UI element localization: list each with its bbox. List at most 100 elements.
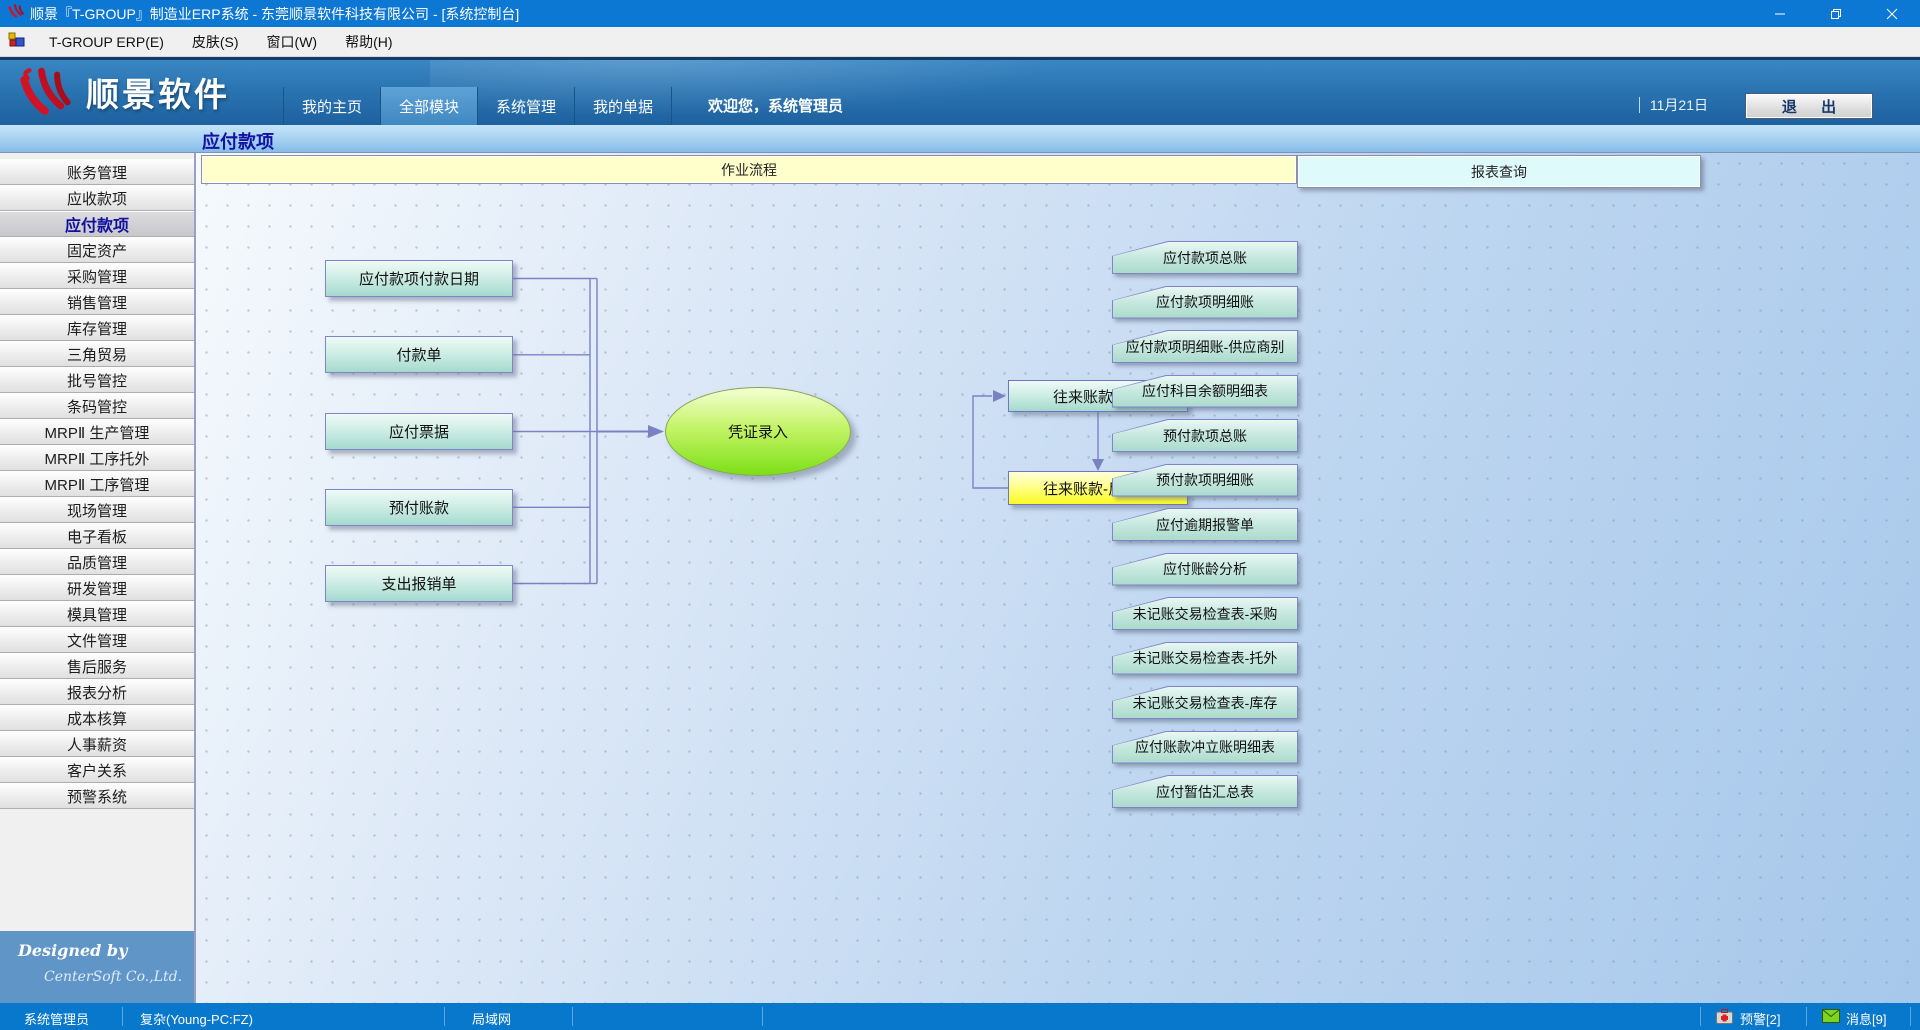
sidebar-item-11[interactable]: MRPⅡ 工序托外 [0,445,194,471]
report-button-7[interactable]: 应付账龄分析 [1112,553,1298,586]
sidebar-item-9[interactable]: 条码管控 [0,393,194,419]
status-divider [122,1007,123,1026]
report-button-label: 预付款项总账 [1113,420,1297,451]
exit-button[interactable]: 退 出 [1745,93,1873,119]
sidebar-item-12[interactable]: MRPⅡ 工序管理 [0,471,194,497]
sidebar-item-20[interactable]: 报表分析 [0,679,194,705]
report-button-label: 应付科目余额明细表 [1113,376,1297,407]
menu-item-2[interactable]: 窗口(W) [253,27,332,56]
report-button-4[interactable]: 预付款项总账 [1112,419,1298,452]
sidebar-item-22[interactable]: 人事薪资 [0,731,194,757]
flow-node-voucher-entry[interactable]: 凭证录入 [665,387,851,476]
report-button-label: 预付款项明细账 [1113,465,1297,496]
status-divider [572,1007,573,1026]
sidebar-item-21[interactable]: 成本核算 [0,705,194,731]
flow-source-box-4[interactable]: 支出报销单 [325,565,513,602]
header-tab-0[interactable]: 我的主页 [283,87,380,125]
header-tab-1[interactable]: 全部模块 [380,87,477,125]
header-tab-3[interactable]: 我的单据 [574,87,672,125]
flow-source-box-0[interactable]: 应付款项付款日期 [325,260,513,297]
alert-icon [1716,1009,1733,1027]
status-message[interactable]: 消息[9] [1846,1009,1886,1028]
flow-source-box-1[interactable]: 付款单 [325,336,513,373]
sidebar-item-24[interactable]: 预警系统 [0,783,194,809]
report-button-label: 应付账龄分析 [1113,554,1297,585]
designed-by-line1: Designed by [18,941,127,960]
sidebar-item-14[interactable]: 电子看板 [0,523,194,549]
mdi-document-icon [8,31,25,53]
section-header-bar: 作业流程 报表查询 [196,153,1920,186]
report-button-8[interactable]: 未记账交易检查表-采购 [1112,597,1298,630]
header-tab-2[interactable]: 系统管理 [477,87,574,125]
status-divider [1700,1007,1701,1026]
erp-application-window: 顺景『T-GROUP』制造业ERP系统 - 东莞顺景软件科技有限公司 - [系统… [0,0,1920,1030]
report-button-11[interactable]: 应付账款冲立账明细表 [1112,731,1298,764]
current-date: 11月21日 [1639,95,1708,115]
flow-source-box-2[interactable]: 应付票据 [325,413,513,450]
flow-source-box-3[interactable]: 预付账款 [325,489,513,526]
sidebar-item-16[interactable]: 研发管理 [0,575,194,601]
menu-item-1[interactable]: 皮肤(S) [178,27,253,56]
sidebar-item-17[interactable]: 模具管理 [0,601,194,627]
main-content: 作业流程 报表查询 [196,153,1920,1003]
sidebar-item-0[interactable]: 账务管理 [0,159,194,185]
page-title-bar: 应付款项 [0,125,1920,153]
menu-item-3[interactable]: 帮助(H) [331,27,406,56]
sidebar-item-13[interactable]: 现场管理 [0,497,194,523]
sidebar-item-3[interactable]: 固定资产 [0,237,194,263]
app-logo-icon [8,3,24,24]
report-button-12[interactable]: 应付暂估汇总表 [1112,775,1298,808]
report-button-2[interactable]: 应付款项明细账-供应商别 [1112,330,1298,363]
workflow-canvas: 应付款项付款日期付款单应付票据预付账款支出报销单 凭证录入 往来账款核销 往来账… [196,186,1920,1003]
sidebar-item-10[interactable]: MRPⅡ 生产管理 [0,419,194,445]
status-user: 系统管理员 [24,1009,89,1028]
window-restore-button[interactable] [1808,0,1864,27]
sidebar-item-7[interactable]: 三角贸易 [0,341,194,367]
window-titlebar: 顺景『T-GROUP』制造业ERP系统 - 东莞顺景软件科技有限公司 - [系统… [0,0,1920,27]
sidebar-item-2[interactable]: 应付款项 [0,211,194,237]
report-button-0[interactable]: 应付款项总账 [1112,241,1298,274]
report-button-1[interactable]: 应付款项明细账 [1112,286,1298,319]
sidebar-item-19[interactable]: 售后服务 [0,653,194,679]
status-divider [1806,1007,1807,1026]
report-button-label: 未记账交易检查表-托外 [1113,643,1297,674]
brand-logo: 顺景软件 [14,66,230,118]
sidebar-item-18[interactable]: 文件管理 [0,627,194,653]
report-button-6[interactable]: 应付逾期报警单 [1112,508,1298,541]
report-button-3[interactable]: 应付科目余额明细表 [1112,375,1298,408]
sidebar-item-23[interactable]: 客户关系 [0,757,194,783]
menu-bar: T-GROUP ERP(E)皮肤(S)窗口(W)帮助(H) [0,27,1920,57]
sidebar-item-6[interactable]: 库存管理 [0,315,194,341]
report-button-label: 应付款项明细账-供应商别 [1113,331,1297,362]
sidebar-item-8[interactable]: 批号管控 [0,367,194,393]
window-title: 顺景『T-GROUP』制造业ERP系统 - 东莞顺景软件科技有限公司 - [系统… [30,4,519,24]
status-bar: 系统管理员 复杂(Young-PC:FZ) 局域网 预警[2] 消息[9] [0,1003,1920,1030]
window-close-button[interactable] [1864,0,1920,27]
report-button-label: 未记账交易检查表-库存 [1113,687,1297,718]
report-button-label: 应付暂估汇总表 [1113,776,1297,807]
menu-item-0[interactable]: T-GROUP ERP(E) [35,27,178,56]
status-alert[interactable]: 预警[2] [1740,1009,1780,1028]
window-minimize-button[interactable] [1752,0,1808,27]
status-divider [762,1007,763,1026]
sidebar-item-5[interactable]: 销售管理 [0,289,194,315]
date-divider [1639,97,1640,113]
section-tab-reports[interactable]: 报表查询 [1297,155,1701,188]
module-sidebar: 账务管理应收款项应付款项固定资产采购管理销售管理库存管理三角贸易批号管控条码管控… [0,153,196,1003]
page-title: 应付款项 [202,128,274,154]
status-divider [444,1007,445,1026]
report-button-10[interactable]: 未记账交易检查表-库存 [1112,686,1298,719]
sidebar-item-4[interactable]: 采购管理 [0,263,194,289]
section-tab-workflow[interactable]: 作业流程 [201,155,1297,184]
report-button-9[interactable]: 未记账交易检查表-托外 [1112,642,1298,675]
app-header: 顺景软件 我的主页全部模块系统管理我的单据 欢迎您，系统管理员 11月21日 退… [0,57,1920,125]
designed-by-line2: CenterSoft Co.,Ltd. [44,969,182,985]
designed-by-panel: Designed by CenterSoft Co.,Ltd. [0,931,194,1003]
report-button-5[interactable]: 预付款项明细账 [1112,464,1298,497]
message-icon [1822,1009,1840,1026]
sidebar-item-1[interactable]: 应收款项 [0,185,194,211]
header-tab-strip: 我的主页全部模块系统管理我的单据 [283,87,672,125]
welcome-text: 欢迎您，系统管理员 [708,95,843,116]
status-machine: 复杂(Young-PC:FZ) [140,1009,253,1028]
sidebar-item-15[interactable]: 品质管理 [0,549,194,575]
